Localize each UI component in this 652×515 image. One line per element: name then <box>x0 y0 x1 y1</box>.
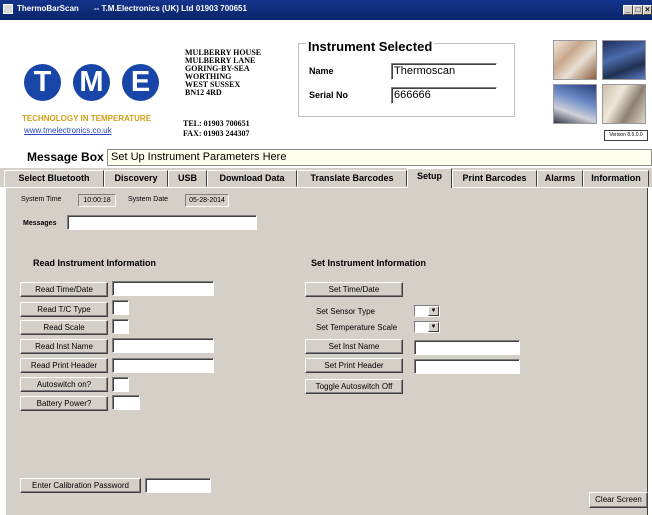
temperature-scale-select[interactable]: ▼ <box>414 321 440 333</box>
messages-label: Messages <box>23 220 57 227</box>
sensor-type-select[interactable]: ▼ <box>414 305 440 317</box>
logo-letter-t: T <box>24 64 61 101</box>
product-photo-logger <box>553 84 597 124</box>
read-print-header-button[interactable]: Read Print Header <box>20 358 108 373</box>
set-print-header-field[interactable] <box>414 359 520 374</box>
tab-information[interactable]: Information <box>583 170 649 187</box>
read-inst-name-field[interactable] <box>112 338 214 353</box>
window-title: ThermoBarScan <box>17 4 79 13</box>
toggle-autoswitch-button[interactable]: Toggle Autoswitch Off <box>305 379 403 394</box>
read-tc-type-field[interactable] <box>112 300 129 315</box>
system-date-label: System Date <box>128 196 169 203</box>
tab-discovery[interactable]: Discovery <box>104 170 168 187</box>
autoswitch-field[interactable] <box>112 377 129 392</box>
logo-letter-e: E <box>122 64 159 101</box>
enter-calibration-password-button[interactable]: Enter Calibration Password <box>20 478 141 493</box>
company-tel: TEL: 01903 700651 <box>183 119 250 128</box>
read-tc-type-button[interactable]: Read T/C Type <box>20 302 108 317</box>
set-temperature-scale-label: Set Temperature Scale <box>316 323 398 332</box>
read-print-header-field[interactable] <box>112 358 214 373</box>
system-date-value: 05-28-2014 <box>185 194 229 207</box>
tab-usb[interactable]: USB <box>168 170 207 187</box>
maximize-button[interactable]: □ <box>633 5 643 15</box>
tab-alarms[interactable]: Alarms <box>537 170 583 187</box>
serial-no-field[interactable]: 666666 <box>391 87 497 104</box>
chevron-down-icon[interactable]: ▼ <box>428 306 439 316</box>
clear-screen-button[interactable]: Clear Screen <box>589 492 648 508</box>
instrument-selected-title: Instrument Selected <box>306 39 435 54</box>
product-photo-probe <box>553 40 597 80</box>
tab-select-bluetooth[interactable]: Select Bluetooth <box>4 170 104 187</box>
read-time-date-field[interactable] <box>112 281 214 296</box>
set-time-date-button[interactable]: Set Time/Date <box>305 282 403 297</box>
system-time-label: System Time <box>21 196 62 203</box>
instrument-name-label: Name <box>309 66 334 76</box>
set-sensor-type-label: Set Sensor Type <box>316 307 375 316</box>
set-section-title: Set Instrument Information <box>311 258 427 268</box>
messages-field[interactable] <box>67 215 257 230</box>
set-inst-name-button[interactable]: Set Inst Name <box>305 339 403 354</box>
tab-setup[interactable]: Setup <box>407 168 452 189</box>
app-icon <box>3 4 13 14</box>
set-inst-name-field[interactable] <box>414 340 520 355</box>
tab-print-barcodes[interactable]: Print Barcodes <box>452 170 537 187</box>
autoswitch-on-button[interactable]: Autoswitch on? <box>20 377 108 392</box>
system-time-value: 10:00:18 <box>78 194 116 207</box>
read-scale-button[interactable]: Read Scale <box>20 320 108 335</box>
tab-translate-barcodes[interactable]: Translate Barcodes <box>297 170 407 187</box>
set-print-header-button[interactable]: Set Print Header <box>305 358 403 373</box>
product-photo-thermometer <box>602 84 646 124</box>
serial-no-label: Serial No <box>309 90 349 100</box>
version-label: Version 8.5.0.0 <box>604 130 648 141</box>
product-photo-meter <box>602 40 646 80</box>
close-icon: × <box>645 5 650 14</box>
message-box: Set Up Instrument Parameters Here <box>107 149 652 166</box>
window-company: -- T.M.Electronics (UK) Ltd 01903 700651 <box>94 4 247 13</box>
company-fax: FAX: 01903 244307 <box>183 129 250 138</box>
close-button[interactable]: × <box>643 5 652 15</box>
title-bar: ThermoBarScan -- T.M.Electronics (UK) Lt… <box>0 0 652 20</box>
read-section-title: Read Instrument Information <box>33 258 157 268</box>
logo-letter-m: M <box>73 64 110 101</box>
maximize-icon: □ <box>635 5 641 14</box>
read-scale-field[interactable] <box>112 319 129 334</box>
battery-power-button[interactable]: Battery Power? <box>20 396 108 411</box>
company-website-link[interactable]: www.tmelectronics.co.uk <box>24 126 112 135</box>
calibration-password-field[interactable] <box>145 478 211 493</box>
instrument-selected-group <box>298 43 515 117</box>
instrument-name-field[interactable]: Thermoscan <box>391 63 497 80</box>
minimize-icon: _ <box>625 5 631 14</box>
tab-download-data[interactable]: Download Data <box>207 170 297 187</box>
minimize-button[interactable]: _ <box>623 5 633 15</box>
message-box-label: Message Box <box>27 150 104 164</box>
read-inst-name-button[interactable]: Read Inst Name <box>20 339 108 354</box>
chevron-down-icon[interactable]: ▼ <box>428 322 439 332</box>
company-tagline: TECHNOLOGY IN TEMPERATURE <box>22 114 152 123</box>
address-line: BN12 4RD <box>185 88 222 97</box>
read-time-date-button[interactable]: Read Time/Date <box>20 282 108 297</box>
battery-power-field[interactable] <box>112 395 140 410</box>
